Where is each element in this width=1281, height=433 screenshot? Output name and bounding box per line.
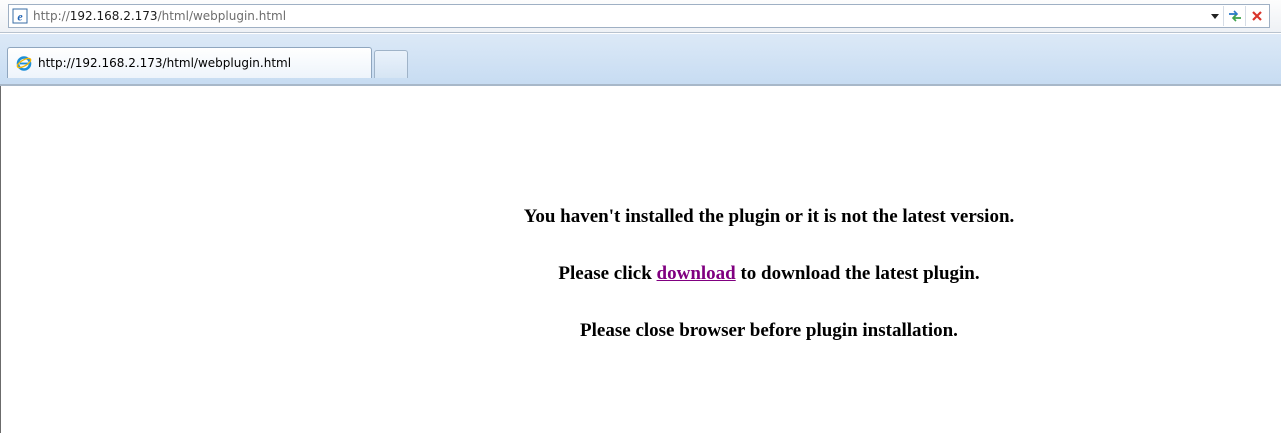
refresh-icon[interactable] (1223, 6, 1245, 26)
page-content: You haven't installed the plugin or it i… (0, 86, 1281, 433)
tab-title: http://192.168.2.173/html/webplugin.html (38, 56, 292, 70)
ie-page-icon: e (12, 8, 28, 24)
address-bar: e http://192.168.2.173/html/webplugin.ht… (0, 0, 1281, 33)
url-field[interactable]: e http://192.168.2.173/html/webplugin.ht… (8, 4, 1270, 28)
download-instruction: Please click download to download the la… (1, 263, 1281, 285)
plugin-missing-message: You haven't installed the plugin or it i… (523, 206, 1015, 227)
tab-strip: http://192.168.2.173/html/webplugin.html (0, 34, 1281, 86)
address-bar-buttons (1207, 6, 1267, 26)
new-tab-button[interactable] (374, 50, 408, 78)
url-path: /html/webplugin.html (157, 9, 287, 23)
url-prefix: http:// (33, 9, 70, 23)
download-instruction-prefix: Please click (558, 263, 657, 284)
svg-text:e: e (17, 10, 23, 24)
download-link[interactable]: download (657, 263, 736, 284)
url-text[interactable]: http://192.168.2.173/html/webplugin.html (33, 9, 286, 23)
close-browser-message: Please close browser before plugin insta… (580, 320, 958, 341)
url-host: 192.168.2.173 (69, 9, 158, 23)
close-icon[interactable] (1245, 6, 1267, 26)
download-instruction-suffix: to download the latest plugin. (735, 263, 980, 284)
tab-webplugin[interactable]: http://192.168.2.173/html/webplugin.html (7, 47, 372, 78)
chevron-down-icon[interactable] (1207, 7, 1223, 25)
ie-logo-icon (16, 56, 32, 71)
